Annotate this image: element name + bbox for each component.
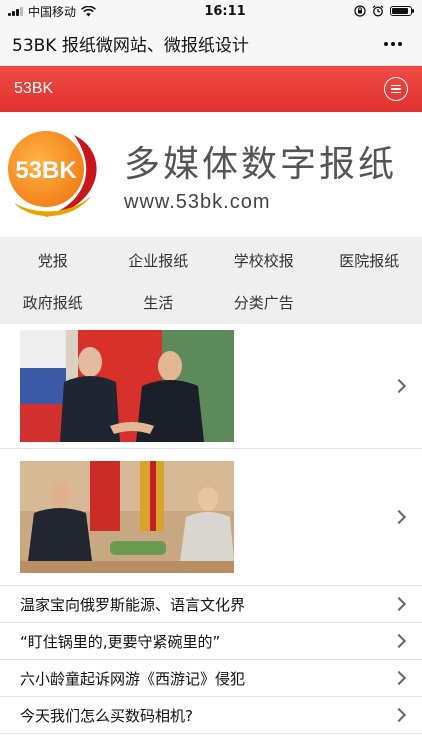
- chevron-right-icon: [391, 378, 407, 394]
- clock: 16:11: [204, 3, 246, 19]
- page-title: 53BK 报纸微网站、微报纸设计: [12, 36, 249, 56]
- menu-icon[interactable]: [384, 77, 408, 101]
- battery-icon: [390, 6, 414, 16]
- svg-text:53BK: 53BK: [15, 157, 77, 184]
- banner-text: 多媒体数字报纸 www.53bk.com: [124, 135, 397, 214]
- more-options-icon[interactable]: [378, 36, 408, 52]
- nav-item-hospital-paper[interactable]: 医院报纸: [317, 239, 422, 281]
- news-headline: 今天我们怎么买数码相机?: [20, 706, 193, 725]
- chevron-right-icon: [391, 633, 407, 649]
- chevron-right-icon: [391, 596, 407, 612]
- orientation-lock-icon: [354, 5, 366, 17]
- banner: 53BK 多媒体数字报纸 www.53bk.com: [0, 112, 422, 237]
- chevron-right-icon: [391, 670, 407, 686]
- chevron-right-icon: [391, 509, 407, 525]
- nav-item-enterprise-paper[interactable]: 企业报纸: [106, 239, 212, 281]
- nav-item-school-paper[interactable]: 学校校报: [211, 239, 317, 281]
- news-photo: [20, 330, 234, 442]
- nav-item-party-paper[interactable]: 党报: [0, 239, 106, 281]
- title-bar: 53BK 报纸微网站、微报纸设计: [0, 22, 422, 66]
- news-photo: [20, 461, 234, 573]
- news-list-item[interactable]: 六小龄童起诉网游《西游记》侵犯: [0, 660, 422, 697]
- status-right: [354, 5, 414, 17]
- alarm-icon: [372, 5, 384, 17]
- photo-news-row[interactable]: [0, 449, 422, 586]
- wifi-icon: [81, 5, 96, 16]
- banner-url: www.53bk.com: [124, 191, 271, 213]
- nav-item-life[interactable]: 生活: [106, 281, 212, 323]
- news-list-item[interactable]: 温家宝向俄罗斯能源、语言文化界: [0, 586, 422, 623]
- news-headline: 温家宝向俄罗斯能源、语言文化界: [20, 595, 246, 614]
- news-headline: “盯住锅里的,更要守紧碗里的”: [20, 632, 221, 651]
- site-header: 53BK: [0, 66, 422, 112]
- banner-title: 多媒体数字报纸: [124, 144, 398, 185]
- nav-item-classified-ads[interactable]: 分类广告: [211, 281, 317, 323]
- 53bk-logo: 53BK: [8, 130, 97, 217]
- photo-news-row[interactable]: [0, 324, 422, 449]
- status-left: 中国移动: [8, 3, 96, 20]
- news-headline: 六小龄童起诉网游《西游记》侵犯: [20, 669, 246, 688]
- brand-label[interactable]: 53BK: [14, 80, 53, 98]
- carrier-label: 中国移动: [28, 4, 77, 19]
- chevron-right-icon: [391, 707, 407, 723]
- nav-item-government-paper[interactable]: 政府报纸: [0, 281, 106, 323]
- news-list-item[interactable]: “盯住锅里的,更要守紧碗里的”: [0, 623, 422, 660]
- category-nav: 党报 企业报纸 学校校报 医院报纸 政府报纸 生活 分类广告: [0, 237, 422, 324]
- signal-icon: [8, 6, 23, 16]
- news-list-item[interactable]: 今天我们怎么买数码相机?: [0, 697, 422, 734]
- status-bar: 中国移动 16:11: [0, 0, 422, 22]
